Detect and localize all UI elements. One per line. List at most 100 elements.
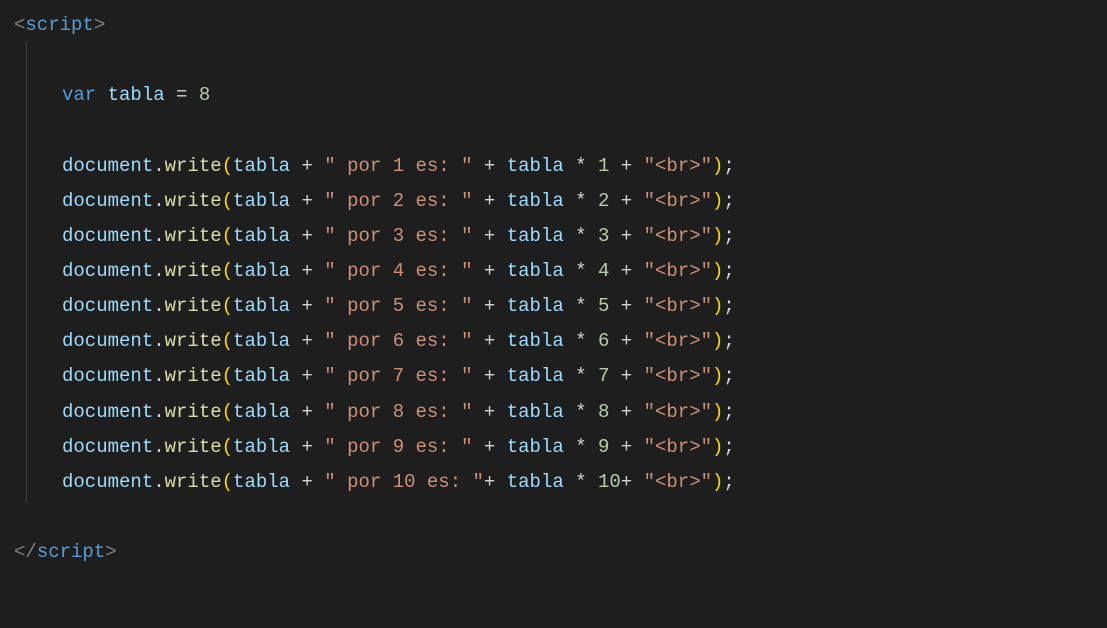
code-editor[interactable]: <script> var tabla = 8 document.write(ta… xyxy=(0,0,1107,578)
keyword-var: var xyxy=(62,84,96,106)
operator-plus: + xyxy=(301,401,312,423)
operator-star: * xyxy=(575,436,586,458)
paren-open: ( xyxy=(222,330,233,352)
semicolon: ; xyxy=(723,436,734,458)
paren-close: ) xyxy=(712,330,723,352)
paren-close: ) xyxy=(712,436,723,458)
method-write: write xyxy=(165,471,222,493)
string-literal: " por 8 es: " xyxy=(324,401,472,423)
angle-bracket: < xyxy=(14,14,25,36)
code-line-write: document.write(tabla + " por 10 es: "+ t… xyxy=(14,465,1107,500)
object-document: document xyxy=(62,190,153,212)
semicolon: ; xyxy=(723,471,734,493)
method-write: write xyxy=(165,401,222,423)
variable-ref: tabla xyxy=(233,225,290,247)
variable-ref: tabla xyxy=(507,330,564,352)
code-line-blank xyxy=(14,43,1107,78)
operator-star: * xyxy=(575,295,586,317)
number-literal: 6 xyxy=(598,330,609,352)
operator-star: * xyxy=(575,401,586,423)
number-literal: 9 xyxy=(598,436,609,458)
paren-close: ) xyxy=(712,471,723,493)
string-literal-br: "<br>" xyxy=(644,295,712,317)
method-write: write xyxy=(165,436,222,458)
paren-close: ) xyxy=(712,225,723,247)
code-line-write: document.write(tabla + " por 8 es: " + t… xyxy=(14,395,1107,430)
variable-ref: tabla xyxy=(233,260,290,282)
object-document: document xyxy=(62,295,153,317)
operator-plus: + xyxy=(484,330,495,352)
variable-ref: tabla xyxy=(507,260,564,282)
number-literal: 2 xyxy=(598,190,609,212)
operator-star: * xyxy=(575,260,586,282)
paren-open: ( xyxy=(222,260,233,282)
variable-name: tabla xyxy=(108,84,165,106)
operator-plus: + xyxy=(301,471,312,493)
string-literal-br: "<br>" xyxy=(644,401,712,423)
angle-bracket: </ xyxy=(14,541,37,563)
code-line-write: document.write(tabla + " por 7 es: " + t… xyxy=(14,359,1107,394)
operator-plus: + xyxy=(621,436,632,458)
paren-open: ( xyxy=(222,190,233,212)
operator-plus: + xyxy=(301,260,312,282)
angle-bracket: > xyxy=(94,14,105,36)
operator-plus: + xyxy=(621,155,632,177)
operator-plus: + xyxy=(484,401,495,423)
method-write: write xyxy=(165,260,222,282)
variable-ref: tabla xyxy=(233,365,290,387)
variable-ref: tabla xyxy=(233,471,290,493)
string-literal: " por 2 es: " xyxy=(324,190,472,212)
code-line-write: document.write(tabla + " por 9 es: " + t… xyxy=(14,430,1107,465)
semicolon: ; xyxy=(723,260,734,282)
paren-open: ( xyxy=(222,365,233,387)
code-line-blank xyxy=(14,500,1107,535)
variable-ref: tabla xyxy=(507,401,564,423)
paren-close: ) xyxy=(712,365,723,387)
operator-plus: + xyxy=(484,260,495,282)
number-literal: 1 xyxy=(598,155,609,177)
code-line-write: document.write(tabla + " por 3 es: " + t… xyxy=(14,219,1107,254)
object-document: document xyxy=(62,155,153,177)
object-document: document xyxy=(62,436,153,458)
operator-star: * xyxy=(575,330,586,352)
operator-plus: + xyxy=(484,471,495,493)
paren-open: ( xyxy=(222,401,233,423)
string-literal-br: "<br>" xyxy=(644,471,712,493)
string-literal: " por 7 es: " xyxy=(324,365,472,387)
operator-plus: + xyxy=(621,225,632,247)
operator-star: * xyxy=(575,365,586,387)
object-document: document xyxy=(62,330,153,352)
paren-close: ) xyxy=(712,260,723,282)
variable-ref: tabla xyxy=(233,330,290,352)
string-literal: " por 3 es: " xyxy=(324,225,472,247)
operator-plus: + xyxy=(621,260,632,282)
semicolon: ; xyxy=(723,225,734,247)
operator-star: * xyxy=(575,190,586,212)
variable-ref: tabla xyxy=(507,155,564,177)
method-write: write xyxy=(165,225,222,247)
string-literal: " por 4 es: " xyxy=(324,260,472,282)
string-literal-br: "<br>" xyxy=(644,155,712,177)
variable-ref: tabla xyxy=(233,436,290,458)
semicolon: ; xyxy=(723,365,734,387)
code-line-open-tag: <script> xyxy=(14,8,1107,43)
operator-plus: + xyxy=(301,225,312,247)
operator-plus: + xyxy=(301,155,312,177)
paren-open: ( xyxy=(222,436,233,458)
operator-plus: + xyxy=(484,436,495,458)
operator-plus: + xyxy=(621,471,632,493)
operator-plus: + xyxy=(621,295,632,317)
operator-star: * xyxy=(575,471,586,493)
variable-ref: tabla xyxy=(507,225,564,247)
variable-ref: tabla xyxy=(507,471,564,493)
operator-plus: + xyxy=(301,436,312,458)
operator-plus: + xyxy=(301,365,312,387)
method-write: write xyxy=(165,190,222,212)
string-literal-br: "<br>" xyxy=(644,365,712,387)
operator-assign: = xyxy=(176,84,187,106)
number-literal: 7 xyxy=(598,365,609,387)
paren-close: ) xyxy=(712,155,723,177)
operator-plus: + xyxy=(484,365,495,387)
semicolon: ; xyxy=(723,190,734,212)
operator-plus: + xyxy=(301,295,312,317)
